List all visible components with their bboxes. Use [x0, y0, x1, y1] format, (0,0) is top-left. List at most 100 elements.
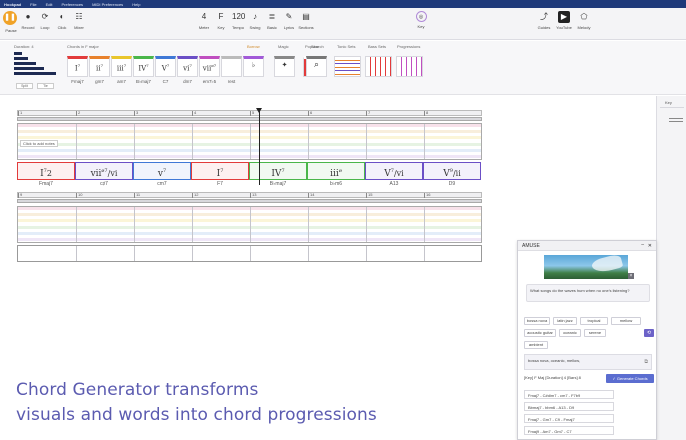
measure-number: 2: [78, 110, 81, 115]
key-duration-row[interactable]: [Key] F Maj [Duration] 4 [Bars] 8: [524, 375, 581, 380]
chord-chip-am7[interactable]: iii7: [111, 56, 132, 77]
menu-file[interactable]: File: [30, 2, 36, 7]
menu-midi-preferences[interactable]: MIDI Preferences: [92, 2, 123, 7]
chord-chip-B♭maj7[interactable]: IV7: [133, 56, 154, 77]
close-icon[interactable]: ✕: [648, 243, 652, 249]
melody-roll-row1[interactable]: [17, 123, 482, 160]
key-mode-button[interactable]: ◎ Key: [410, 11, 432, 29]
chord-block[interactable]: V9/ii: [423, 162, 481, 180]
chord-chip-rest[interactable]: [221, 56, 242, 77]
melody-button[interactable]: ⬠ Melody: [573, 11, 595, 30]
duration-selector[interactable]: [14, 52, 56, 78]
playhead-handle-icon[interactable]: [256, 108, 262, 113]
progression-result[interactable]: Fmaj7 - Gm7 - C9 - Fmaj7: [524, 414, 614, 423]
menu-edit[interactable]: Edit: [46, 2, 53, 7]
tempo-label: Tempo: [231, 25, 244, 30]
group-progressions[interactable]: Progressions: [397, 44, 420, 49]
pause-icon[interactable]: ❚❚: [3, 11, 17, 25]
chord-ribbon: Duration: 4 Split Tie Chords in F major …: [0, 41, 686, 95]
tonic-sets-icon[interactable]: [334, 56, 361, 77]
measure-line: [192, 124, 193, 159]
measure-number: 6: [310, 110, 313, 115]
chord-chip-superscript: 7: [100, 63, 104, 68]
style-tag[interactable]: serene: [584, 329, 606, 337]
style-tag[interactable]: oceanic: [559, 329, 581, 337]
group-borrow[interactable]: Borrow: [247, 44, 260, 49]
guides-button[interactable]: ⤴ Guides: [533, 11, 555, 30]
style-tag[interactable]: latin jazz: [553, 317, 577, 325]
group-search[interactable]: Search: [311, 44, 324, 49]
chord-block[interactable]: v7: [133, 162, 191, 180]
menu-app[interactable]: Hookpad: [4, 2, 21, 7]
split-button[interactable]: Split: [16, 83, 33, 89]
group-tonic-sets[interactable]: Tonic Sets: [337, 44, 355, 49]
chord-chip-name: B♭maj7: [136, 79, 151, 84]
style-tag[interactable]: tropical: [580, 317, 608, 325]
chord-block[interactable]: V7/vi: [365, 162, 423, 180]
mixer-button[interactable]: ☷ Mixer: [68, 11, 90, 30]
sections-button[interactable]: ▤ Sections: [295, 11, 317, 30]
chord-block[interactable]: I72: [17, 162, 75, 180]
chord-track-row2[interactable]: [17, 245, 482, 262]
chord-block[interactable]: iiiø: [307, 162, 365, 180]
chord-numeral: vii: [90, 169, 102, 179]
side-panel-detail-icon[interactable]: [669, 118, 683, 122]
progressions-icon[interactable]: [396, 56, 423, 77]
style-tag[interactable]: acoustic guitar: [524, 329, 556, 337]
tie-button[interactable]: Tie: [37, 83, 54, 89]
measure-ruler-row2[interactable]: 9 10 11 12 13 14 15 16: [17, 192, 482, 198]
chord-chip-gm7[interactable]: ii7: [89, 56, 110, 77]
melody-roll-row2[interactable]: [17, 206, 482, 243]
chord-block[interactable]: viiø7/vi: [75, 162, 133, 180]
chord-chip-dm7[interactable]: vi7: [177, 56, 198, 77]
mixer-label: Mixer: [74, 25, 84, 30]
scroll-bar-row2[interactable]: [17, 199, 482, 203]
minimize-icon[interactable]: –: [641, 242, 644, 248]
youtube-button[interactable]: ▶ YouTube: [553, 11, 575, 30]
tags-input[interactable]: bossa nova, oceanic, mellow, ⧉: [524, 354, 652, 370]
borrow-chip[interactable]: ♭: [243, 56, 264, 77]
generate-chords-button[interactable]: ✓ Generate Chords: [606, 374, 654, 383]
chord-chip-Fmaj7[interactable]: I7: [67, 56, 88, 77]
menu-preferences[interactable]: Preferences: [61, 2, 83, 7]
magic-wand-icon[interactable]: ✦: [274, 56, 295, 77]
chord-chip-superscript: 7: [77, 63, 81, 68]
measure-tick: [76, 193, 77, 198]
measure-number: 5: [252, 110, 255, 115]
menu-help[interactable]: Help: [132, 2, 140, 7]
measure-line: [250, 124, 251, 159]
measure-line: [308, 207, 309, 242]
menu-bar: Hookpad File Edit Preferences MIDI Prefe…: [0, 0, 686, 8]
chord-chip-C7[interactable]: V7: [155, 56, 176, 77]
melody-label: Melody: [577, 25, 591, 30]
style-tag[interactable]: bossa nova: [524, 317, 550, 325]
scroll-bar-row1[interactable]: [17, 117, 482, 121]
basic-icon: ≣: [268, 12, 276, 21]
playhead[interactable]: [259, 110, 260, 185]
progression-result[interactable]: Fmaj9 - Am7 - Gm7 - C7: [524, 426, 614, 435]
chord-block[interactable]: I7: [191, 162, 249, 180]
measure-ruler-row1[interactable]: 1 2 3 4 5 6 7 8: [17, 110, 482, 116]
progression-result[interactable]: Bbmaj7 - bbm6 - A13 - D9: [524, 402, 614, 411]
chord-chip-numeral: iii: [116, 64, 124, 73]
progression-result[interactable]: Fmaj7 - C#dim7 - cm7 - F7b9: [524, 390, 614, 399]
copy-icon[interactable]: ⧉: [644, 359, 648, 365]
measure-line: [134, 207, 135, 242]
group-bass-sets[interactable]: Bass Sets: [368, 44, 386, 49]
style-tag[interactable]: mellow: [611, 317, 641, 325]
key-wheel-icon: ◎: [415, 11, 427, 22]
chord-chip-em7♭5[interactable]: viiø7: [199, 56, 220, 77]
style-tag[interactable]: ambient: [524, 341, 548, 349]
chord-name: cm7: [157, 181, 167, 187]
refresh-tags-icon[interactable]: ⟲: [644, 329, 654, 337]
chord-name: c♯7: [100, 181, 108, 187]
guides-icon: ⤴: [540, 12, 548, 21]
search-icon[interactable]: ⌕: [306, 56, 327, 77]
bass-sets-icon[interactable]: [365, 56, 392, 77]
measure-line: [308, 246, 309, 261]
chord-block[interactable]: IV7: [249, 162, 307, 180]
remove-image-icon[interactable]: ×: [628, 273, 634, 279]
group-magic[interactable]: Magic: [278, 44, 289, 49]
measure-line: [366, 124, 367, 159]
chords-in-key-label: Chords in F major: [67, 44, 99, 49]
